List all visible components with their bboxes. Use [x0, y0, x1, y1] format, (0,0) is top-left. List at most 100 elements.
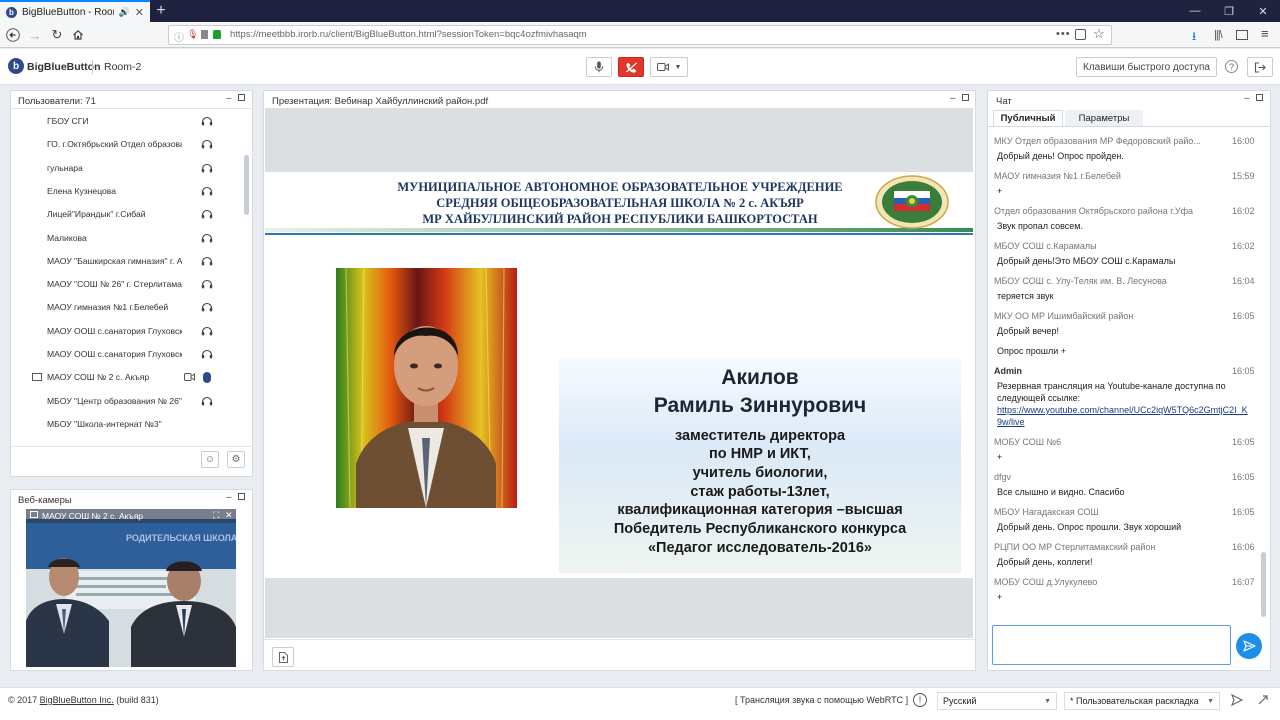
headset-icon[interactable] — [201, 209, 213, 219]
headset-icon[interactable] — [201, 349, 213, 359]
language-select[interactable]: Русский ▼ — [937, 692, 1057, 710]
lock-layout-icon[interactable] — [1256, 693, 1270, 707]
language-value: Русский — [943, 696, 977, 706]
logout-button[interactable] — [1247, 57, 1273, 77]
tab-public-chat[interactable]: Публичный — [993, 110, 1063, 126]
users-panel-title: Пользователи: 71 — [18, 96, 96, 107]
youtube-link[interactable]: https://www.youtube.com/channel/UCc2iqW5… — [997, 405, 1248, 415]
mic-permission-icon[interactable]: 🎙 — [187, 29, 198, 40]
chat-message-input[interactable] — [992, 625, 1231, 665]
send-message-button[interactable] — [1236, 633, 1262, 659]
pocket-icon[interactable] — [1075, 29, 1086, 40]
presentation-panel-controls[interactable]: – — [950, 93, 969, 104]
headset-icon[interactable] — [201, 163, 213, 173]
chat-sender-name: МБОУ СОШ с.Карамалы — [994, 241, 1097, 251]
back-icon[interactable] — [2, 24, 24, 46]
headset-icon[interactable] — [201, 326, 213, 336]
library-icon[interactable]: |||\ — [1214, 29, 1223, 41]
lock-icon[interactable] — [213, 30, 221, 39]
chevron-down-icon: ▼ — [1207, 697, 1214, 705]
close-video-icon[interactable]: ✕ — [225, 510, 233, 521]
user-list-item-name[interactable]: Лицей"Ирандык" г.Сибай — [47, 209, 182, 219]
speaker-surname: Акилов — [721, 366, 799, 389]
close-window-button[interactable]: ✕ — [1246, 0, 1280, 22]
chat-timestamp: 16:06 — [1232, 542, 1255, 552]
users-settings-button[interactable]: ⚙ — [227, 451, 245, 468]
user-list-item-name[interactable]: МАОУ "СОШ № 26" г. Стерлитамак — [47, 279, 182, 289]
bbb-inc-link[interactable]: BigBlueButton Inc. — [40, 695, 114, 705]
sidebar-icon[interactable] — [1236, 30, 1248, 40]
chat-panel-controls[interactable]: – — [1244, 93, 1263, 104]
headset-icon[interactable] — [201, 139, 213, 149]
active-microphone-icon[interactable] — [203, 372, 211, 383]
reload-icon[interactable]: ↻ — [46, 24, 68, 46]
browser-tab[interactable]: b BigBlueButton - Room-2 🔊 ✕ — [0, 0, 150, 22]
speaker-icon[interactable]: 🔊 — [119, 7, 130, 18]
user-list-item-name[interactable]: МАОУ ООШ с.санатория Глуховско — [47, 349, 182, 359]
fullscreen-icon[interactable]: ⛶ — [213, 510, 219, 521]
bookmark-star-icon[interactable]: ☆ — [1093, 26, 1105, 42]
webcam-video[interactable]: РОДИТЕЛЬСКАЯ ШКОЛА МАОУ СОШ № 2 с. Акъяр… — [26, 509, 236, 667]
headset-icon[interactable] — [201, 256, 213, 266]
slide-header-stripe — [265, 228, 973, 232]
close-tab-icon[interactable]: ✕ — [135, 6, 144, 19]
tab-chat-options[interactable]: Параметры — [1065, 110, 1143, 126]
chat-message-text: теряется звук — [997, 291, 1054, 301]
maximize-window-button[interactable]: ❐ — [1212, 0, 1246, 22]
chat-message-text: Звук пропал совсем. — [997, 221, 1083, 231]
download-icon[interactable]: ⭳ — [1192, 27, 1196, 48]
headset-icon[interactable] — [201, 186, 213, 196]
phone-icon — [625, 62, 637, 73]
chat-scrollbar[interactable] — [1261, 552, 1266, 617]
menu-icon[interactable]: ≡ — [1261, 26, 1269, 41]
headset-icon[interactable] — [201, 116, 213, 126]
user-list-item-name[interactable]: ГО. г.Октябрьский Отдел образова — [47, 139, 182, 149]
webcams-panel-controls[interactable]: – — [226, 492, 245, 503]
file-upload-icon — [278, 651, 288, 663]
user-list-item-name[interactable]: МАОУ СОШ № 2 с. Акъяр — [47, 372, 182, 382]
layout-select[interactable]: * Пользовательская раскладка ▼ — [1064, 692, 1220, 710]
user-list-item-name[interactable]: МБОУ "Школа-интернат №3" — [47, 419, 182, 429]
headset-icon[interactable] — [201, 396, 213, 406]
user-list-item-name[interactable]: ГБОУ СГИ — [47, 116, 182, 126]
tab-title: BigBlueButton - Room-2 — [22, 6, 114, 18]
microphone-button[interactable] — [586, 57, 612, 77]
audio-info-icon[interactable]: ! — [913, 693, 927, 707]
headset-icon[interactable] — [201, 302, 213, 312]
user-list-item-name[interactable]: Елена Кузнецова — [47, 186, 182, 196]
chat-timestamp: 16:00 — [1232, 136, 1255, 146]
chat-sender-name: МКУ ОО МР Ишимбайский район — [994, 311, 1134, 321]
users-panel-controls[interactable]: – — [226, 93, 245, 104]
webcam-button[interactable]: ▼ — [650, 57, 688, 77]
chat-sender-name: МОБУ СОШ д.Улукулево — [994, 577, 1098, 587]
chat-timestamp: 16:05 — [1232, 507, 1255, 517]
chat-sender-name: МАОУ гимназия №1 г.Белебей — [994, 171, 1121, 181]
user-list-item-name[interactable]: Маликова — [47, 233, 182, 243]
forward-icon[interactable]: → — [24, 24, 46, 46]
emoji-status-button[interactable]: ☺ — [201, 451, 219, 468]
new-tab-button[interactable]: + — [150, 0, 172, 22]
apply-layout-icon[interactable] — [1230, 693, 1244, 707]
youtube-link[interactable]: 9w/live — [997, 417, 1025, 427]
user-list-item-name[interactable]: МАОУ "Башкирская гимназия" г. Аг — [47, 256, 182, 266]
headset-icon[interactable] — [201, 233, 213, 243]
chat-sender-name: РЦПИ ОО МР Стерлитамакский район — [994, 542, 1156, 552]
user-list-item-name[interactable]: МАОУ ООШ с.санатория Глуховско — [47, 326, 182, 336]
url-text: https://meetbbb.irorb.ru/client/BigBlueB… — [230, 29, 587, 40]
upload-presentation-button[interactable] — [272, 647, 294, 667]
home-icon[interactable] — [67, 24, 89, 46]
info-icon[interactable]: ⓘ — [174, 29, 184, 44]
chat-message-text: + — [997, 452, 1003, 462]
user-list-item-name[interactable]: гульнара — [47, 163, 182, 173]
minimize-window-button[interactable]: — — [1178, 0, 1212, 22]
user-list-item-name[interactable]: МБОУ "Центр образования № 26", — [47, 396, 182, 406]
hangup-button[interactable] — [618, 57, 644, 77]
help-icon[interactable]: ? — [1225, 60, 1238, 73]
logout-icon — [1254, 61, 1266, 73]
camera-permission-icon[interactable] — [201, 30, 208, 39]
headset-icon[interactable] — [201, 279, 213, 289]
users-scrollbar[interactable] — [244, 155, 249, 215]
shortcuts-button[interactable]: Клавиши быстрого доступа — [1076, 57, 1217, 77]
page-actions-icon[interactable]: ••• — [1056, 28, 1071, 40]
user-list-item-name[interactable]: МАОУ гимназия №1 г.Белебей — [47, 302, 182, 312]
